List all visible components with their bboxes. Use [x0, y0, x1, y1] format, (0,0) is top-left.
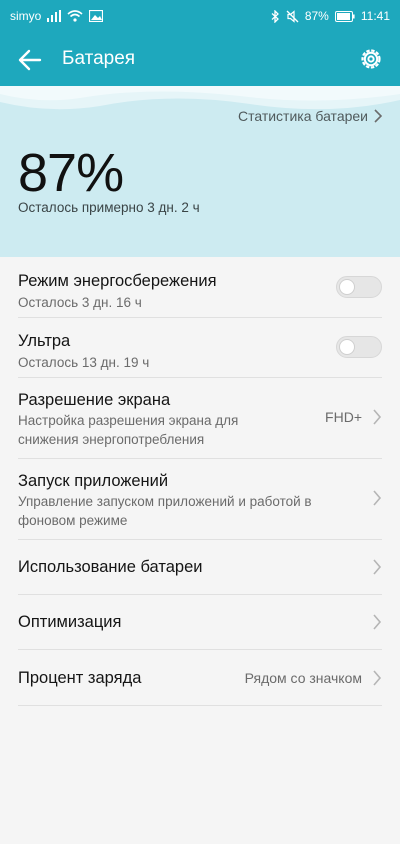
battery-usage-title: Использование батареи [18, 558, 203, 576]
screen-resolution-row[interactable]: Разрешение экрана Настройка разрешения э… [18, 378, 382, 459]
battery-stats-label: Статистика батареи [237, 108, 368, 124]
chevron-right-icon [373, 670, 382, 686]
power-saving-subtitle: Осталось 3 дн. 16 ч [18, 295, 142, 310]
battery-icon [334, 10, 355, 22]
screen-resolution-subtitle-1: Настройка разрешения экрана для [18, 413, 239, 428]
charge-percent-row[interactable]: Процент заряда Рядом со значком [18, 650, 382, 706]
optimization-title: Оптимизация [18, 613, 122, 631]
chevron-right-icon [373, 490, 382, 506]
power-saving-row[interactable]: Режим энергосбережения Осталось 3 дн. 16… [18, 257, 382, 318]
settings-list: Режим энергосбережения Осталось 3 дн. 16… [0, 257, 400, 706]
gallery-icon [89, 10, 104, 22]
power-saving-toggle[interactable] [336, 276, 382, 298]
battery-percent-label: 87% [304, 9, 329, 23]
toggle-knob [339, 279, 355, 295]
app-bar: Батарея [0, 34, 400, 86]
status-bar-right: 87% 11:41 [271, 9, 390, 23]
battery-usage-row[interactable]: Использование батареи [18, 540, 382, 595]
ultra-subtitle: Осталось 13 дн. 19 ч [18, 355, 150, 370]
app-launch-title: Запуск приложений [18, 472, 169, 490]
screen-resolution-subtitle-2: снижения энергопотребления [18, 432, 205, 447]
remaining-time: Осталось примерно 3 дн. 2 ч [18, 200, 200, 215]
charge-percent-title: Процент заряда [18, 669, 142, 687]
chevron-right-icon [374, 109, 382, 123]
page-title: Батарея [62, 48, 136, 69]
screen-resolution-title: Разрешение экрана [18, 391, 171, 409]
battery-summary: Статистика батареи 87% Осталось примерно… [0, 86, 400, 257]
arrow-left-icon[interactable] [16, 46, 44, 74]
carrier-label: simyo [10, 9, 42, 23]
status-bar: simyo 87% 11:41 [0, 0, 400, 34]
gear-icon[interactable] [358, 46, 384, 72]
wifi-icon [67, 10, 83, 22]
app-launch-row[interactable]: Запуск приложений Управление запуском пр… [18, 459, 382, 540]
status-bar-left: simyo [10, 9, 104, 23]
app-launch-subtitle-2: фоновом режиме [18, 513, 128, 528]
app-launch-subtitle-1: Управление запуском приложений и работой… [18, 494, 312, 509]
chevron-right-icon [373, 409, 382, 425]
battery-stats-link[interactable]: Статистика батареи [238, 108, 382, 124]
ultra-title: Ультра [18, 332, 71, 350]
clock: 11:41 [360, 9, 390, 23]
chevron-right-icon [373, 614, 382, 630]
ultra-row[interactable]: Ультра Осталось 13 дн. 19 ч [18, 318, 382, 378]
signal-icon [47, 10, 62, 22]
chevron-right-icon [373, 559, 382, 575]
charge-percent-value: Рядом со значком [244, 670, 362, 686]
mute-icon [286, 9, 299, 23]
screen-resolution-value: FHD+ [325, 409, 362, 425]
toggle-knob [339, 339, 355, 355]
battery-percent: 87% [18, 143, 124, 203]
power-saving-title: Режим энергосбережения [18, 272, 217, 290]
bluetooth-icon [271, 9, 279, 23]
ultra-toggle[interactable] [336, 336, 382, 358]
optimization-row[interactable]: Оптимизация [18, 595, 382, 650]
